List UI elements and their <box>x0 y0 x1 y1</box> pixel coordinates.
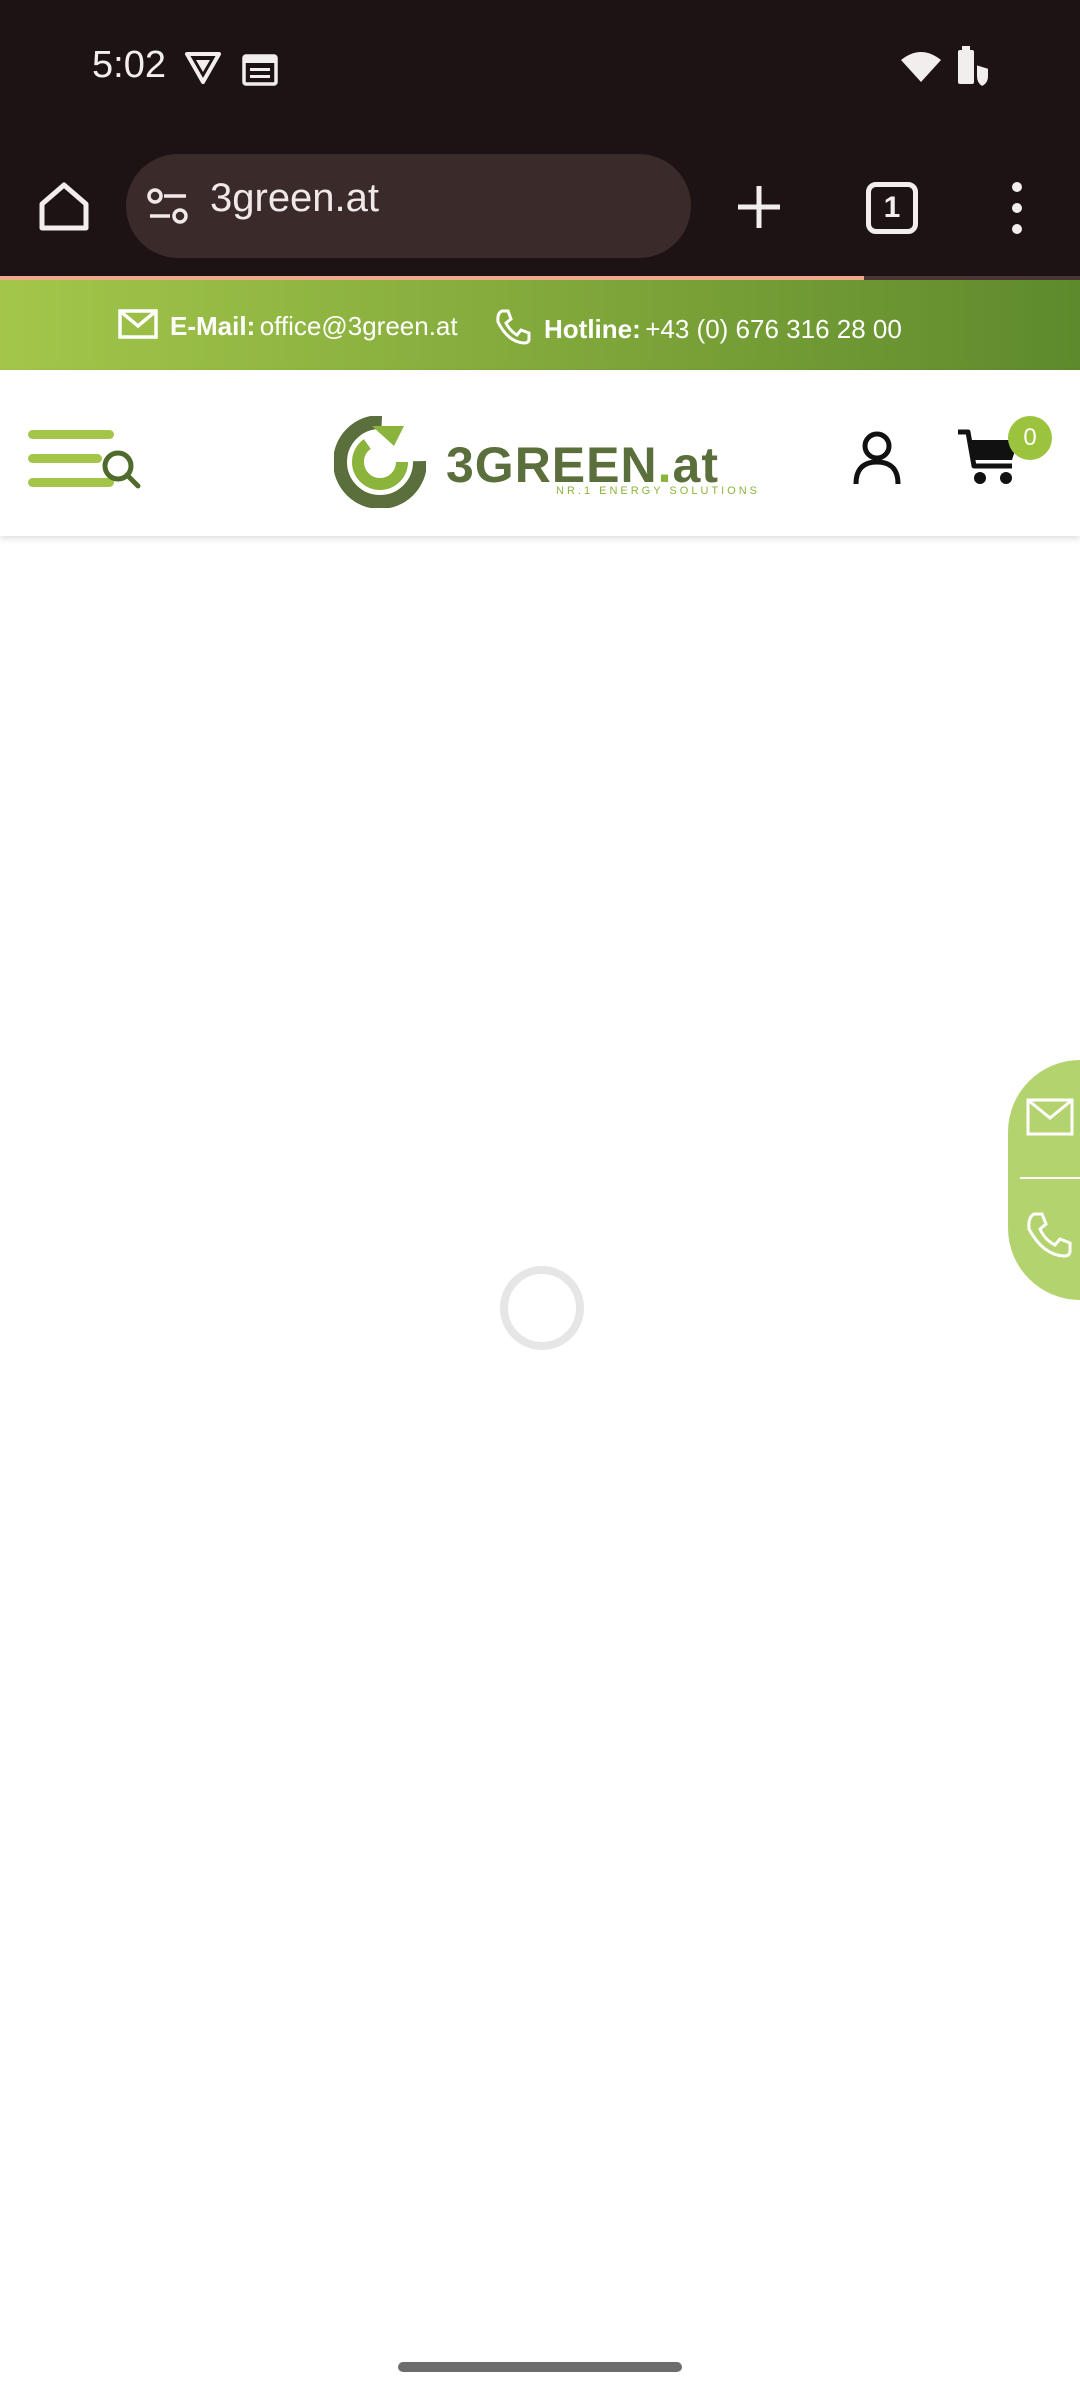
logo-icon[interactable] <box>333 415 427 513</box>
tab-switcher-icon[interactable]: 1 <box>866 182 918 234</box>
wifi-icon <box>900 50 942 89</box>
site-header: 3GREEN.at NR.1 ENERGY SOLUTIONS <box>0 370 1080 536</box>
floating-contact-tab <box>1008 1060 1080 1300</box>
logo-tagline: NR.1 ENERGY SOLUTIONS <box>556 485 760 497</box>
mail-icon[interactable] <box>1026 1098 1074 1141</box>
url-text[interactable]: 3green.at <box>210 176 379 221</box>
new-tab-icon[interactable] <box>734 182 784 237</box>
cart-count-badge[interactable]: 0 <box>1008 416 1052 460</box>
status-time: 5:02 <box>92 44 166 86</box>
email-label: E-Mail: <box>170 311 256 341</box>
contact-bar: E-Mail: office@3green.at Hotline: +43 (0… <box>0 280 1080 370</box>
gesture-navigation-bar[interactable] <box>398 2362 682 2372</box>
status-bar: 5:02 <box>0 0 1080 140</box>
phone-icon <box>494 308 532 351</box>
site-settings-icon[interactable] <box>146 186 190 231</box>
floating-tab-divider <box>1020 1177 1080 1179</box>
contact-hotline[interactable]: Hotline: +43 (0) 676 316 28 00 <box>494 308 902 351</box>
user-account-icon[interactable] <box>852 430 902 491</box>
battery-saver-icon <box>956 46 992 93</box>
tab-count: 1 <box>883 191 901 224</box>
contact-email[interactable]: E-Mail: office@3green.at <box>118 308 458 345</box>
mail-icon <box>118 308 158 345</box>
hotline-label: Hotline: <box>544 314 641 344</box>
hotline-value[interactable]: +43 (0) 676 316 28 00 <box>645 314 902 344</box>
loading-spinner <box>500 1266 584 1350</box>
vpn-shield-icon <box>184 50 222 91</box>
calendar-icon <box>242 52 278 91</box>
phone-icon[interactable] <box>1024 1210 1074 1265</box>
menu-search-icon[interactable] <box>28 428 142 503</box>
more-options-icon[interactable] <box>1010 180 1024 241</box>
email-value[interactable]: office@3green.at <box>260 311 458 341</box>
browser-toolbar: 3green.at 1 <box>0 140 1080 278</box>
home-icon[interactable] <box>36 178 92 239</box>
